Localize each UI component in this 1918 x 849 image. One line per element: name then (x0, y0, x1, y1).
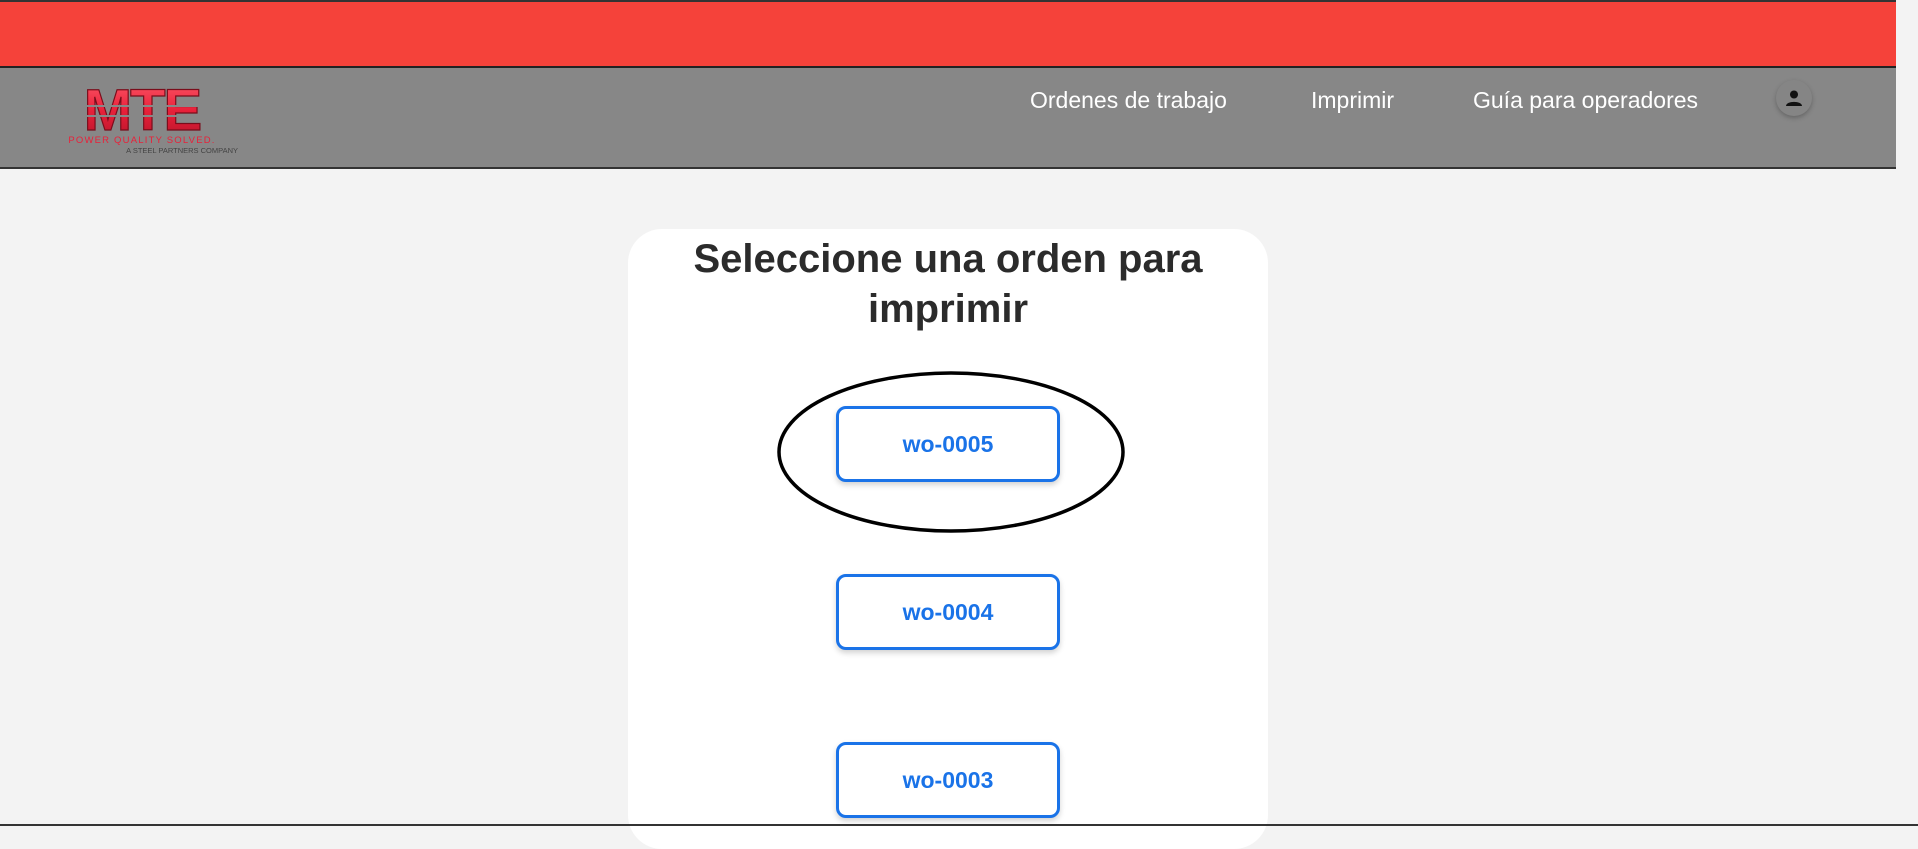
top-banner (0, 0, 1896, 68)
order-selection-card: Seleccione una orden para imprimir wo-00… (628, 229, 1268, 849)
nav-guia-para-operadores[interactable]: Guía para operadores (1473, 87, 1698, 114)
user-menu-button[interactable] (1776, 80, 1812, 116)
order-button-wo-0003[interactable]: wo-0003 (836, 742, 1060, 818)
logo-subtagline: A STEEL PARTNERS COMPANY (126, 146, 238, 155)
navbar: MTE POWER QUALITY SOLVED. A STEEL PARTNE… (0, 68, 1896, 169)
nav-imprimir[interactable]: Imprimir (1311, 87, 1394, 114)
logo-tagline: POWER QUALITY SOLVED. (68, 135, 215, 146)
user-icon (1786, 90, 1802, 106)
mte-logo[interactable]: MTE POWER QUALITY SOLVED. A STEEL PARTNE… (44, 84, 240, 158)
page-title: Seleccione una orden para imprimir (693, 237, 1203, 331)
order-button-wo-0004[interactable]: wo-0004 (836, 574, 1060, 650)
order-button-wo-0005[interactable]: wo-0005 (836, 406, 1060, 482)
nav-ordenes-de-trabajo[interactable]: Ordenes de trabajo (1030, 87, 1227, 114)
